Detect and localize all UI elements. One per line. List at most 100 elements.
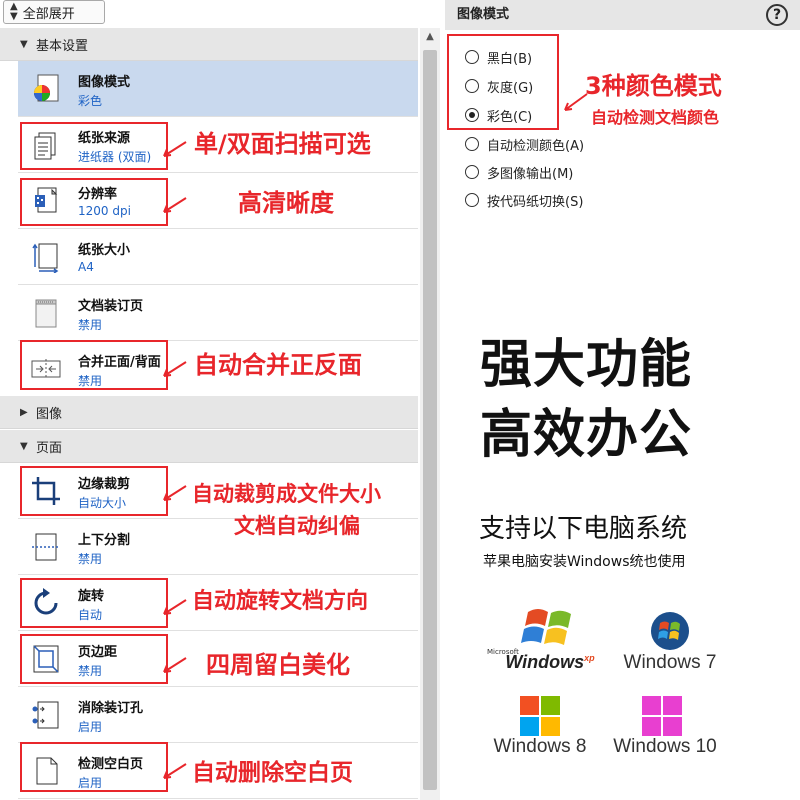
annotation-modes: 3种颜色模式 [585,72,722,100]
setting-value: 禁用 [78,552,103,566]
setting-name: 合并正面/背面 [78,355,161,370]
annotation-arrow-icon [163,197,187,213]
windows-8-tiles-icon [520,696,560,736]
xp-superscript: xp [584,653,595,663]
section-basic-settings[interactable]: ▼ 基本设置 [0,28,418,61]
radio-icon [465,50,479,64]
setting-item-punch-hole[interactable]: 消除装订孔 启用 [18,687,418,743]
radio-selected-icon [465,108,479,122]
radio-color[interactable]: 彩色(C) [465,105,532,125]
scrollbar-thumb[interactable] [423,50,437,790]
setting-name: 分辨率 [78,187,118,202]
promo-line-1: 强大功能 [480,335,693,395]
setting-item-paper-size[interactable]: 纸张大小 A4 [18,229,418,285]
crop-icon [32,477,60,505]
promo-line-2: 高效办公 [480,405,693,465]
setting-name: 检测空白页 [78,757,144,772]
radio-multi-image[interactable]: 多图像输出(M) [465,162,573,182]
paper-source-icon [34,132,56,160]
annotation-crop-2: 文档自动纠偏 [234,514,360,538]
radio-auto-detect[interactable]: 自动检测颜色(A) [465,134,584,154]
panel-title: 图像模式 [457,7,510,22]
annotation-arrow-icon [163,141,187,157]
rotate-icon [34,588,58,615]
setting-value: 进纸器 (双面) [78,150,152,164]
setting-value: 禁用 [78,664,103,678]
paper-size-icon [32,243,59,273]
expand-all-button[interactable]: ▲ ▼ 全部展开 [3,0,105,24]
radio-code-sheet[interactable]: 按代码纸切换(S) [465,190,583,210]
setting-name: 消除装订孔 [78,701,144,716]
expand-collapse-icon: ▲ ▼ [10,1,18,22]
setting-value: 禁用 [78,318,103,332]
setting-name: 纸张来源 [78,131,131,146]
expand-all-label: 全部展开 [22,6,75,22]
section-page[interactable]: ▼ 页面 [0,430,418,463]
setting-name: 旋转 [78,589,105,604]
settings-panel: ▲ ▼ 全部展开 ▼ 基本设置 图像模式 彩色 纸张来源 进纸器 (双面) 分辨… [0,0,440,800]
margin-icon [33,645,59,673]
binding-page-icon [35,299,57,328]
help-icon[interactable]: ? [766,4,788,26]
setting-item-image-mode[interactable]: 图像模式 彩色 [18,61,418,117]
setting-name: 边缘裁剪 [78,477,131,492]
scrollbar[interactable]: ▲ [420,28,440,800]
punch-hole-icon [32,701,59,729]
image-mode-panel: 图像模式 ? 黑白(B) 灰度(G) 彩色(C) 自动检测颜色(A) 多图像输出… [445,0,800,800]
setting-value: 1200 dpi [78,204,131,218]
setting-value: 自动 [78,608,103,622]
chevron-down-icon: ▼ [20,38,28,50]
chevron-down-icon: ▼ [20,440,28,452]
setting-item-resolution[interactable]: 分辨率 1200 dpi [18,173,418,229]
merge-sides-icon [31,359,61,379]
blank-page-icon [36,757,58,785]
radio-black-white[interactable]: 黑白(B) [465,47,532,67]
windows-7-logo: Windows 7 [595,600,745,690]
windows-xp-flag-icon [521,609,571,645]
annotation-duplex: 单/双面扫描可选 [194,130,371,158]
section-image[interactable]: ▶ 图像 [0,396,418,429]
setting-value: 自动大小 [78,496,127,510]
setting-value: A4 [78,260,94,274]
split-icon [32,533,60,561]
radio-icon [465,193,479,207]
annotation-detect: 自动检测文档颜色 [591,108,720,127]
annotation-arrow-icon [163,599,187,615]
annotation-margin: 四周留白美化 [206,651,350,679]
setting-name: 图像模式 [78,75,131,90]
setting-name: 上下分割 [78,533,131,548]
annotation-arrow-icon [163,657,187,673]
color-wheel-icon [34,74,59,102]
scroll-up-icon[interactable]: ▲ [420,28,440,46]
panel-header: 图像模式 ? [445,0,800,30]
setting-value: 启用 [78,720,103,734]
radio-icon [465,165,479,179]
annotation-hd: 高清晰度 [238,189,334,217]
windows-10-label: Windows 10 [613,736,717,757]
annotation-arrow-icon [163,485,187,501]
annotation-arrow-icon [163,361,187,377]
resolution-icon [35,187,58,213]
windows-10-tiles-icon [642,696,682,736]
windows-7-label: Windows 7 [623,652,717,673]
radio-grayscale[interactable]: 灰度(G) [465,76,533,96]
annotation-arrow-icon [163,763,187,779]
setting-value: 彩色 [78,94,103,108]
annotation-crop-1: 自动裁剪成文件大小 [192,482,381,506]
promo-support: 支持以下电脑系统 [479,514,688,544]
setting-name: 纸张大小 [78,243,131,258]
radio-icon [465,79,479,93]
windows-7-orb-icon [651,612,689,650]
setting-name: 页边距 [78,645,118,660]
annotation-rotate: 自动旋转文档方向 [192,589,369,614]
setting-value: 启用 [78,776,103,790]
windows-10-logo: Windows 10 [590,688,740,778]
promo-note: 苹果电脑安装Windows统也使用 [483,554,686,570]
windows-xp-label: Windows [505,652,585,672]
setting-name: 文档装订页 [78,299,144,314]
setting-item-binding-page[interactable]: 文档装订页 禁用 [18,285,418,341]
annotation-merge: 自动合并正反面 [194,351,362,379]
annotation-blank: 自动删除空白页 [192,760,353,786]
setting-value: 禁用 [78,374,103,388]
radio-icon [465,137,479,151]
